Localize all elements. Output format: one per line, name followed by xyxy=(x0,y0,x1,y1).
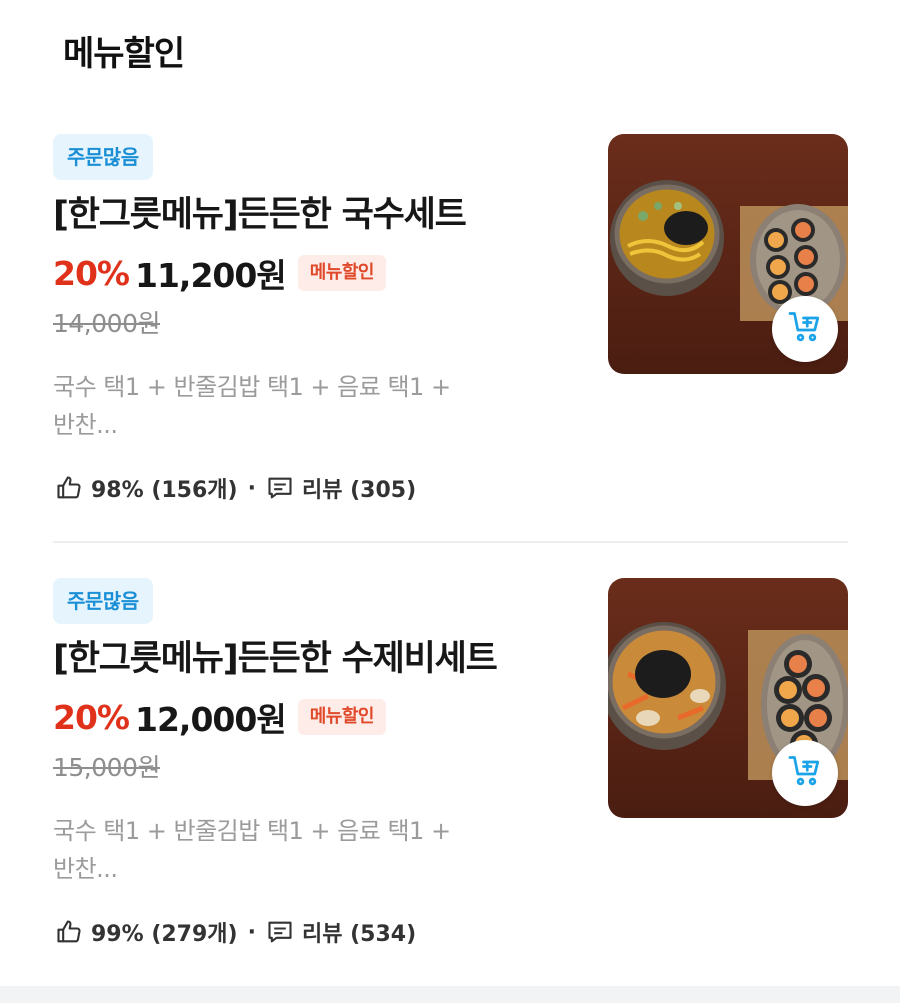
review-count[interactable]: 리뷰 (305) xyxy=(302,472,416,504)
discount-rate: 20% xyxy=(53,697,130,737)
sale-price: 11,200원 xyxy=(135,256,287,295)
like-ratio: 99% (279개) xyxy=(91,922,238,947)
review-count[interactable]: 리뷰 (534) xyxy=(302,916,416,948)
price-row: 20% 11,200원 메뉴할인 xyxy=(53,250,386,296)
discount-tag: 메뉴할인 xyxy=(297,255,386,291)
item-divider xyxy=(53,541,848,543)
cart-plus-icon xyxy=(787,309,823,349)
like-ratio: 98% (156개) xyxy=(91,478,238,503)
bottom-divider-band xyxy=(0,986,900,1003)
popular-badge: 주문많음 xyxy=(53,134,153,180)
menu-item-name[interactable]: [한그릇메뉴]든든한 국수세트 xyxy=(53,186,467,237)
original-price: 15,000원 xyxy=(53,753,160,782)
discount-rate: 20% xyxy=(53,253,130,293)
menu-item-card[interactable]: 주문많음 [한그릇메뉴]든든한 수제비세트 20% 12,000원 메뉴할인 1… xyxy=(0,544,900,984)
description-line: 국수 택1 + 반줄김밥 택1 + 음료 택1 + xyxy=(53,817,451,845)
description-line: 반찬... xyxy=(53,411,118,439)
menu-discount-page: 메뉴할인 주문많음 [한그릇메뉴]든든한 국수세트 20% 11,200원 메뉴… xyxy=(0,0,900,1003)
discount-tag: 메뉴할인 xyxy=(297,699,386,735)
add-to-cart-button[interactable] xyxy=(772,296,838,362)
review-icon xyxy=(266,918,294,946)
separator-dot: · xyxy=(247,919,256,945)
section-title: 메뉴할인 xyxy=(63,34,185,74)
cart-plus-icon xyxy=(787,753,823,793)
thumbs-up-icon xyxy=(55,918,83,946)
menu-description: 국수 택1 + 반줄김밥 택1 + 음료 택1 + 반찬... xyxy=(53,812,553,888)
menu-item-name[interactable]: [한그릇메뉴]든든한 수제비세트 xyxy=(53,630,498,681)
popular-badge: 주문많음 xyxy=(53,578,153,624)
rating-row: 99% (279개) · 리뷰 (534) xyxy=(55,916,416,948)
original-price: 14,000원 xyxy=(53,309,160,338)
description-line: 국수 택1 + 반줄김밥 택1 + 음료 택1 + xyxy=(53,373,451,401)
separator-dot: · xyxy=(247,475,256,501)
review-icon xyxy=(266,474,294,502)
description-line: 반찬... xyxy=(53,855,118,883)
thumbs-up-icon xyxy=(55,474,83,502)
add-to-cart-button[interactable] xyxy=(772,740,838,806)
menu-description: 국수 택1 + 반줄김밥 택1 + 음료 택1 + 반찬... xyxy=(53,368,553,444)
rating-row: 98% (156개) · 리뷰 (305) xyxy=(55,472,416,504)
sale-price: 12,000원 xyxy=(135,700,287,739)
menu-item-card[interactable]: 주문많음 [한그릇메뉴]든든한 국수세트 20% 11,200원 메뉴할인 14… xyxy=(0,100,900,540)
price-row: 20% 12,000원 메뉴할인 xyxy=(53,694,386,740)
